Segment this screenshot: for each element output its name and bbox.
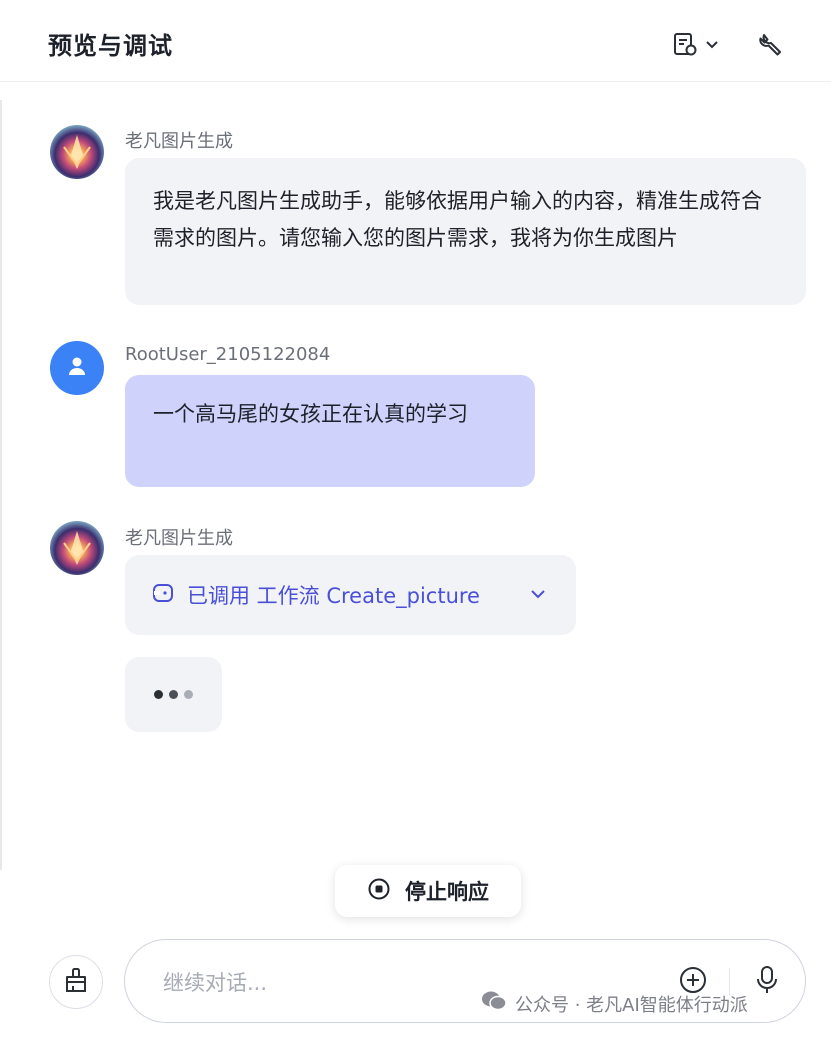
voice-input-button[interactable] — [753, 964, 781, 1000]
chevron-down-icon[interactable] — [528, 584, 548, 608]
header-bar: 预览与调试 — [0, 0, 831, 82]
wechat-icon — [481, 990, 507, 1017]
wrench-icon — [758, 31, 784, 57]
bot-avatar — [50, 521, 104, 575]
stop-response-button[interactable]: 停止响应 — [335, 865, 521, 917]
typing-dot — [169, 690, 178, 699]
divider — [0, 100, 2, 870]
typing-dot — [154, 690, 163, 699]
sender-name: RootUser_2105122084 — [125, 344, 331, 365]
stop-response-label: 停止响应 — [405, 880, 489, 904]
workflow-label: 已调用 工作流 Create_picture — [187, 584, 480, 608]
user-avatar — [50, 341, 104, 395]
bot-message-bubble: 我是老凡图片生成助手，能够依据用户输入的内容，精准生成符合需求的图片。请您输入您… — [125, 158, 806, 305]
user-message-bubble: 一个高马尾的女孩正在认真的学习 — [125, 375, 535, 487]
chevron-down-icon — [704, 36, 720, 52]
typing-indicator — [125, 657, 222, 732]
watermark-text: 公众号 · 老凡AI智能体行动派 — [515, 994, 748, 1016]
workflow-call-card[interactable]: 已调用 工作流 Create_picture — [125, 555, 576, 635]
workflow-icon — [151, 581, 175, 609]
stop-icon — [367, 877, 391, 905]
page-title: 预览与调试 — [48, 32, 173, 60]
brush-icon — [62, 966, 90, 998]
sender-name: 老凡图片生成 — [125, 131, 233, 152]
clear-context-button[interactable] — [49, 955, 103, 1009]
message-text: 我是老凡图片生成助手，能够依据用户输入的内容，精准生成符合需求的图片。请您输入您… — [153, 189, 762, 250]
message-text: 一个高马尾的女孩正在认真的学习 — [153, 402, 468, 426]
document-settings-icon — [672, 31, 698, 57]
typing-dot — [184, 690, 193, 699]
sender-name: 老凡图片生成 — [125, 528, 233, 549]
debug-tools-button[interactable] — [758, 28, 784, 60]
user-icon — [66, 355, 88, 381]
watermark: 公众号 · 老凡AI智能体行动派 — [481, 990, 748, 1017]
microphone-icon — [757, 966, 777, 993]
bot-avatar — [50, 125, 104, 179]
history-dropdown-button[interactable] — [672, 28, 720, 60]
